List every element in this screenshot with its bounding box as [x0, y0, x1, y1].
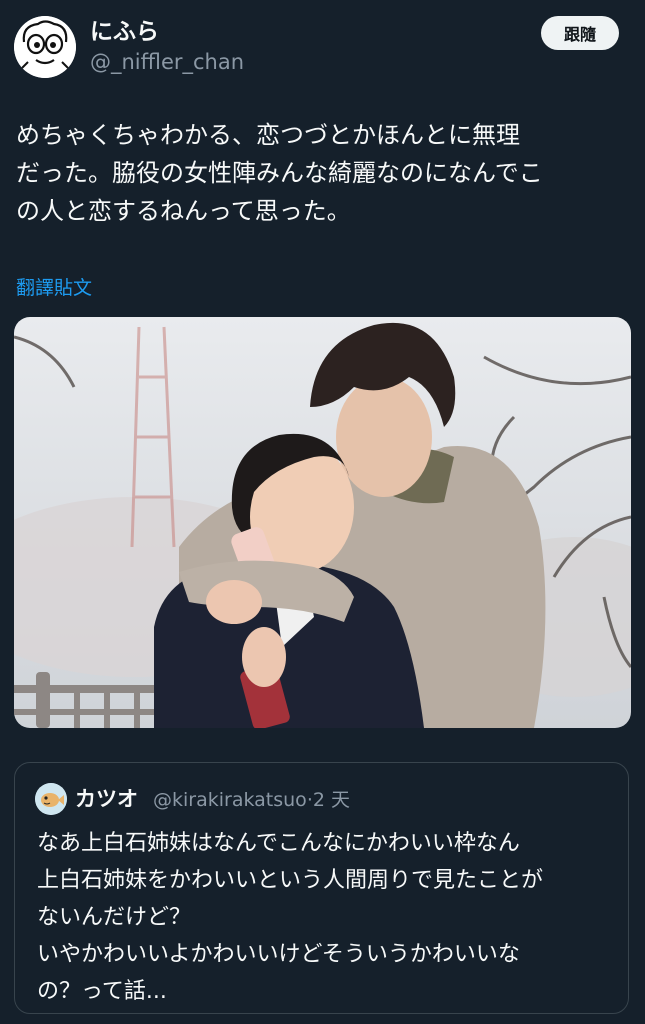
- doodle-face-avatar-icon: [14, 16, 76, 78]
- author-display-name[interactable]: にふら: [90, 18, 159, 46]
- translate-post-link[interactable]: 翻譯貼文: [16, 273, 92, 300]
- quoted-author-display-name: カツオ: [75, 787, 138, 811]
- quoted-author-handle: @kirakirakatsuo: [153, 789, 307, 811]
- quoted-tweet-card[interactable]: カツオ @kirakirakatsuo·2 天 なあ上白石姉妹はなんでこんなにか…: [14, 762, 629, 1014]
- author-avatar[interactable]: [14, 16, 76, 78]
- quoted-tweet-time: 2 天: [312, 789, 350, 811]
- photo-couple-hug-image: [14, 317, 631, 728]
- quoted-tweet-meta: @kirakirakatsuo·2 天: [153, 786, 350, 814]
- quoted-tweet-text: なあ上白石姉妹はなんでこんなにかわいい枠なん 上白石姉妹をかわいいという人間周り…: [37, 825, 617, 1010]
- author-handle[interactable]: @_niffler_chan: [90, 49, 244, 75]
- tweet-text: めちゃくちゃわかる、恋つづとかほんとに無理 だった。脇役の女性陣みんな綺麗なのに…: [16, 116, 628, 230]
- tweet-text-line: めちゃくちゃわかる、恋つづとかほんとに無理: [16, 121, 520, 149]
- quoted-text-line: いやかわいいよかわいいけどそういうかわいいな: [37, 942, 520, 967]
- tweet-text-line: の人と恋するねんって思った。: [16, 197, 351, 225]
- quoted-text-line: なあ上白石姉妹はなんでこんなにかわいい枠なん: [37, 831, 520, 856]
- quoted-author-avatar[interactable]: [35, 783, 67, 815]
- tweet-photo[interactable]: [14, 317, 631, 728]
- tweet-header: にふら @_niffler_chan 跟隨: [12, 16, 621, 86]
- quoted-text-line: ないんだけど？: [37, 905, 192, 930]
- tweet-text-line: だった。脇役の女性陣みんな綺麗なのになんでこ: [16, 159, 543, 187]
- fish-avatar-icon: [35, 783, 67, 815]
- quoted-text-line: の？って話...: [37, 979, 167, 1004]
- quoted-text-line: 上白石姉妹をかわいいという人間周りで見たことが: [37, 868, 544, 893]
- follow-button[interactable]: 跟隨: [541, 16, 619, 50]
